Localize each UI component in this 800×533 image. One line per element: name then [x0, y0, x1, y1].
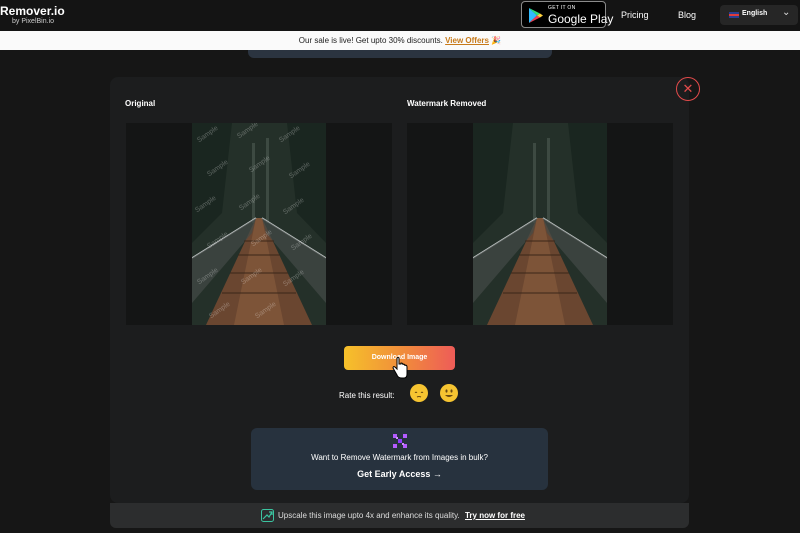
removed-photo — [473, 123, 607, 325]
party-icon: 🎉 — [491, 36, 502, 45]
removed-title: Watermark Removed — [407, 99, 487, 108]
original-image-frame: Sample Sample Sample Sample Sample Sampl… — [126, 123, 392, 325]
upscale-icon — [261, 509, 274, 522]
upscale-bar: Upscale this image upto 4x and enhance i… — [110, 503, 689, 528]
logo-title: Remover.io — [0, 4, 65, 18]
chevron-down-icon: ⌄ — [782, 7, 791, 18]
close-button[interactable]: ✕ — [676, 77, 700, 101]
close-icon: ✕ — [682, 81, 694, 96]
hand-cursor-icon — [392, 357, 408, 379]
get-early-access-link[interactable]: Get Early Access → — [251, 469, 548, 479]
original-title: Original — [125, 99, 156, 108]
uk-flag-icon — [729, 12, 739, 18]
language-label: English — [742, 10, 768, 17]
google-play-icon — [529, 8, 543, 23]
try-now-link[interactable]: Try now for free — [465, 511, 525, 520]
nav-blog[interactable]: Blog — [678, 10, 696, 20]
pixel-grid-icon — [393, 434, 407, 448]
bulk-promo-text: Want to Remove Watermark from Images in … — [311, 453, 488, 462]
happy-face-icon[interactable] — [440, 384, 458, 402]
upscale-message: Upscale this image upto 4x and enhance i… — [278, 511, 460, 520]
view-offers-link[interactable]: View Offers — [445, 36, 489, 45]
google-play-small-text: GET IT ON — [548, 5, 576, 11]
original-photo: Sample Sample Sample Sample Sample Sampl… — [192, 123, 326, 325]
sad-face-icon[interactable] — [410, 384, 428, 402]
watermark-overlay: Sample Sample Sample Sample Sample Sampl… — [194, 123, 314, 321]
google-play-big-text: Google Play — [548, 12, 614, 26]
bulk-promo-card: Want to Remove Watermark from Images in … — [251, 428, 548, 490]
result-modal: ✕ Original Watermark Removed Sample Samp… — [110, 77, 700, 503]
upscale-text: Upscale this image upto 4x and enhance i… — [278, 511, 525, 520]
sale-banner: Our sale is live! Get upto 30% discounts… — [0, 31, 800, 50]
top-header: Remover.io by PixelBin.io GET IT ON Goog… — [0, 0, 800, 31]
google-play-button[interactable]: GET IT ON Google Play — [521, 1, 613, 28]
removed-image-frame — [407, 123, 673, 325]
logo-subtitle: by PixelBin.io — [12, 18, 55, 25]
rate-label: Rate this result: — [339, 391, 395, 400]
logo[interactable]: Remover.io by PixelBin.io — [0, 5, 65, 26]
language-select[interactable]: English ⌄ — [720, 5, 798, 25]
sale-banner-text: Our sale is live! Get upto 30% discounts… — [298, 36, 443, 45]
background-panel — [248, 50, 552, 58]
nav-pricing[interactable]: Pricing — [621, 10, 649, 20]
